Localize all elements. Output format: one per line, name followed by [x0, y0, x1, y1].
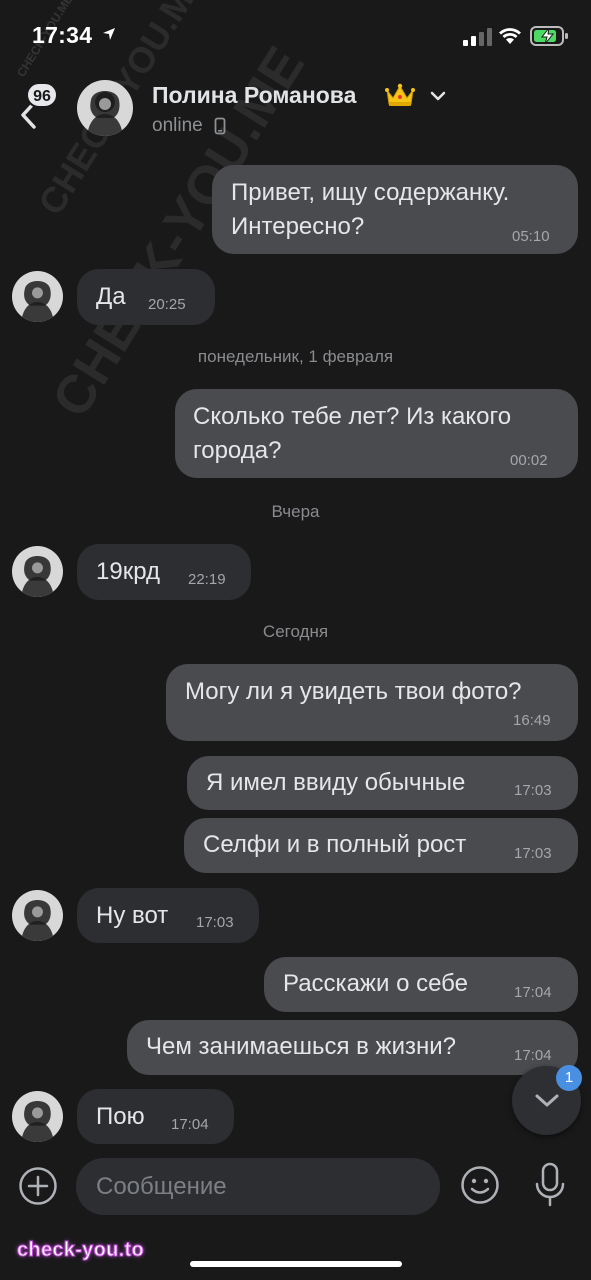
message-time: 20:25 — [148, 296, 186, 313]
mobile-device-icon — [214, 117, 226, 135]
message-bubble-outgoing[interactable]: Могу ли я увидеть твои фото? 16:49 — [166, 664, 578, 741]
contact-name[interactable]: Полина Романова — [152, 82, 356, 109]
sender-avatar[interactable] — [12, 546, 63, 597]
message-text: Привет, ищу содержанку. — [231, 179, 510, 206]
date-separator: понедельник, 1 февраля — [197, 347, 394, 366]
message-input-placeholder: Сообщение — [96, 1173, 227, 1200]
contact-avatar[interactable] — [77, 80, 133, 136]
message-time: 05:10 — [512, 228, 550, 245]
watermark-logo: check-you.to — [17, 1239, 145, 1262]
crown-icon — [385, 83, 415, 106]
message-text: Сколько тебе лет? Из какого — [193, 403, 512, 430]
wifi-icon — [499, 28, 521, 44]
message-bubble-outgoing[interactable]: Селфи и в полный рост 17:03 — [184, 818, 578, 873]
cellular-signal-icon — [463, 28, 492, 46]
message-text: Ну вот — [96, 902, 169, 929]
message-time: 17:03 — [514, 845, 552, 862]
message-time: 17:03 — [514, 782, 552, 799]
message-bubble-outgoing[interactable]: Расскажи о себе 17:04 — [264, 957, 578, 1012]
message-time: 17:04 — [514, 984, 552, 1001]
message-bubble-incoming[interactable]: Да 20:25 — [77, 269, 215, 325]
message-time: 17:03 — [196, 914, 234, 931]
message-text: Пою — [96, 1103, 145, 1130]
message-text: Расскажи о себе — [283, 970, 468, 997]
message-time: 17:04 — [514, 1047, 552, 1064]
message-time: 17:04 — [171, 1116, 209, 1133]
emoji-icon[interactable] — [460, 1165, 500, 1205]
message-text: Селфи и в полный рост — [203, 831, 467, 858]
sender-avatar[interactable] — [12, 1091, 63, 1142]
sender-avatar[interactable] — [12, 271, 63, 322]
date-separator: Вчера — [271, 502, 320, 521]
message-text: Да — [96, 283, 126, 310]
sender-avatar[interactable] — [12, 890, 63, 941]
unread-count-badge[interactable]: 96 — [26, 82, 58, 108]
add-attachment-icon[interactable] — [18, 1166, 58, 1206]
chevron-down-icon — [535, 1094, 559, 1107]
message-time: 00:02 — [510, 452, 548, 469]
message-bubble-incoming[interactable]: Ну вот 17:03 — [77, 888, 259, 943]
message-text: Чем занимаешься в жизни? — [146, 1033, 457, 1060]
message-text: города? — [193, 437, 282, 464]
message-bubble-incoming[interactable]: 19крд 22:19 — [77, 544, 251, 600]
message-time: 16:49 — [513, 712, 551, 729]
message-bubble-outgoing[interactable]: Сколько тебе лет? Из какого города? 00:0… — [175, 389, 578, 478]
status-bar: 17:34 — [0, 0, 591, 70]
home-indicator[interactable] — [190, 1261, 402, 1267]
battery-charging-icon — [530, 26, 568, 46]
new-messages-badge: 1 — [556, 1065, 582, 1091]
message-time: 22:19 — [188, 571, 226, 588]
message-text: Могу ли я увидеть твои фото? — [185, 678, 522, 705]
message-text: 19крд — [96, 558, 160, 585]
chevron-down-icon[interactable] — [430, 90, 446, 102]
status-time: 17:34 — [32, 22, 93, 48]
message-bubble-incoming[interactable]: Пою 17:04 — [77, 1089, 234, 1144]
message-bubble-outgoing[interactable]: Привет, ищу содержанку. Интересно? 05:10 — [212, 165, 578, 254]
message-bubble-outgoing[interactable]: Чем занимаешься в жизни? 17:04 — [127, 1020, 578, 1075]
date-separator: Сегодня — [262, 622, 329, 641]
message-input[interactable]: Сообщение — [76, 1158, 440, 1215]
microphone-icon[interactable] — [534, 1162, 566, 1208]
location-arrow-icon — [103, 28, 115, 40]
message-text: Интересно? — [231, 213, 365, 240]
contact-status: online — [152, 115, 203, 136]
message-text: Я имел ввиду обычные — [206, 769, 466, 796]
message-bubble-outgoing[interactable]: Я имел ввиду обычные 17:03 — [187, 756, 578, 810]
